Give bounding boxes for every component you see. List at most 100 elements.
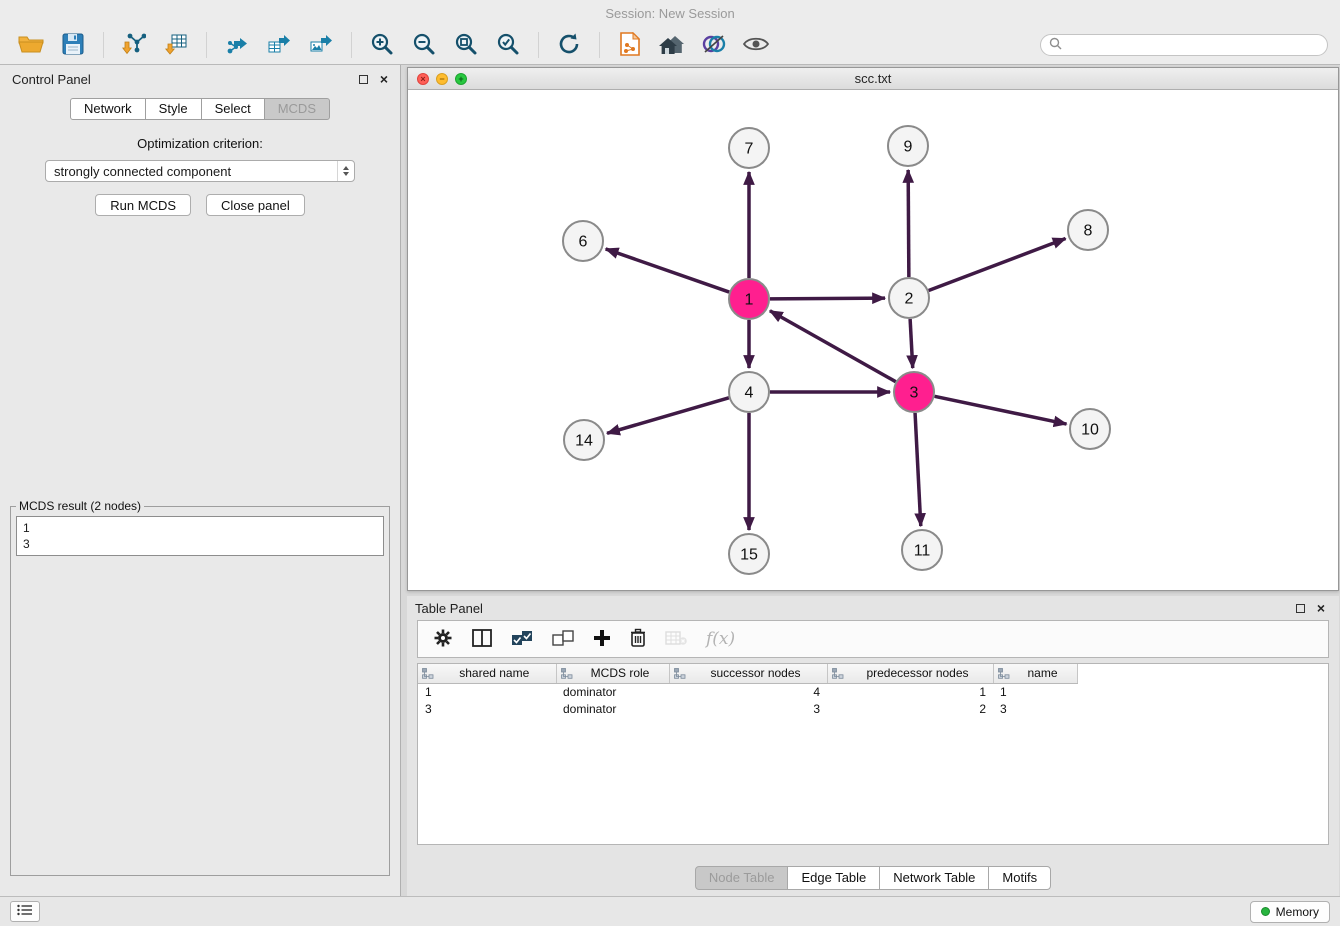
search-field[interactable]: [1040, 34, 1328, 56]
svg-text:3: 3: [910, 385, 919, 402]
export-table-button[interactable]: [260, 29, 298, 61]
delete-column-button[interactable]: [630, 623, 646, 655]
close-panel-icon[interactable]: ×: [380, 75, 388, 84]
column-header-MCDS-role[interactable]: MCDS role: [556, 664, 669, 683]
graph-edge-4-14[interactable]: [607, 398, 729, 433]
mcds-result-title: MCDS result (2 nodes): [16, 499, 144, 513]
graph-edge-2-8[interactable]: [929, 239, 1066, 291]
plus-icon: [593, 629, 611, 650]
tab-motifs[interactable]: Motifs: [988, 866, 1051, 890]
float-panel-icon[interactable]: [1296, 604, 1305, 613]
maximize-window-icon[interactable]: +: [455, 73, 467, 85]
open-folder-icon: [18, 33, 44, 58]
mcds-result-text[interactable]: 1 3: [16, 516, 384, 556]
refresh-view-button[interactable]: [550, 29, 588, 61]
control-panel-tabs: NetworkStyleSelectMCDS: [0, 98, 400, 120]
graph-node-9[interactable]: 9: [888, 126, 928, 166]
deselect-all-button[interactable]: [552, 623, 574, 655]
memory-button[interactable]: Memory: [1250, 901, 1330, 923]
import-network-icon: [122, 32, 146, 59]
table-cell[interactable]: 3: [418, 700, 556, 717]
select-all-button[interactable]: [511, 623, 533, 655]
panel-menu-button[interactable]: [10, 901, 40, 922]
import-table-button[interactable]: [157, 29, 195, 61]
graph-node-4[interactable]: 4: [729, 372, 769, 412]
zoom-in-button[interactable]: [363, 29, 401, 61]
show-columns-button[interactable]: [472, 623, 492, 655]
table-cell[interactable]: 2: [827, 700, 993, 717]
tab-network-table[interactable]: Network Table: [879, 866, 989, 890]
table-cell[interactable]: 3: [669, 700, 827, 717]
home-button[interactable]: [653, 29, 691, 61]
open-session-button[interactable]: [12, 29, 50, 61]
graph-node-2[interactable]: 2: [889, 278, 929, 318]
import-network-button[interactable]: [115, 29, 153, 61]
tab-node-table[interactable]: Node Table: [695, 866, 789, 890]
add-column-button[interactable]: [593, 623, 611, 655]
graph-edge-3-1[interactable]: [770, 311, 896, 382]
table-cell[interactable]: dominator: [556, 683, 669, 700]
search-input[interactable]: [1067, 38, 1319, 52]
optimization-criterion-value: strongly connected component: [54, 164, 231, 179]
network-window: × − + scc.txt 7 9 6 8 1 2 4 3 14 10 15 11: [407, 67, 1339, 591]
column-header-predecessor-nodes[interactable]: predecessor nodes: [827, 664, 993, 683]
run-mcds-button[interactable]: Run MCDS: [95, 194, 191, 216]
graph-node-7[interactable]: 7: [729, 128, 769, 168]
table-cell[interactable]: 4: [669, 683, 827, 700]
minimize-window-icon[interactable]: −: [436, 73, 448, 85]
export-image-button[interactable]: [302, 29, 340, 61]
float-panel-icon[interactable]: [359, 75, 368, 84]
show-hide-button[interactable]: [737, 29, 775, 61]
graph-edge-3-11[interactable]: [915, 413, 921, 526]
table-cell[interactable]: 1: [418, 683, 556, 700]
annotations-button[interactable]: [695, 29, 733, 61]
graph-edge-3-10[interactable]: [935, 396, 1067, 424]
graph-node-11[interactable]: 11: [902, 530, 942, 570]
graph-node-6[interactable]: 6: [563, 221, 603, 261]
graph-edge-1-2[interactable]: [770, 298, 885, 299]
mcds-result-group: MCDS result (2 nodes) 1 3: [10, 499, 390, 876]
network-document-button[interactable]: [611, 29, 649, 61]
save-session-button[interactable]: [54, 29, 92, 61]
graph-node-8[interactable]: 8: [1068, 210, 1108, 250]
table-cell[interactable]: 3: [993, 700, 1077, 717]
table-cell[interactable]: 1: [827, 683, 993, 700]
table-cell[interactable]: dominator: [556, 700, 669, 717]
table-row[interactable]: 3dominator323: [418, 700, 1328, 717]
tab-network[interactable]: Network: [70, 98, 146, 120]
graph-edge-2-9[interactable]: [908, 170, 909, 277]
graph-node-1[interactable]: 1: [729, 279, 769, 319]
zoom-fit-button[interactable]: [447, 29, 485, 61]
graph-node-14[interactable]: 14: [564, 420, 604, 460]
import-table-icon: [164, 32, 188, 59]
table-cell[interactable]: 1: [993, 683, 1077, 700]
zoom-selected-button[interactable]: [489, 29, 527, 61]
svg-text:10: 10: [1081, 422, 1099, 439]
status-bar: Memory: [0, 896, 1340, 926]
tab-select[interactable]: Select: [201, 98, 265, 120]
table-settings-button[interactable]: [433, 623, 453, 655]
tab-style[interactable]: Style: [145, 98, 202, 120]
column-header-name[interactable]: name: [993, 664, 1077, 683]
close-window-icon[interactable]: ×: [417, 73, 429, 85]
network-canvas[interactable]: 7 9 6 8 1 2 4 3 14 10 15 11: [408, 90, 1338, 590]
optimization-criterion-select[interactable]: strongly connected component: [45, 160, 355, 182]
close-panel-icon[interactable]: ×: [1317, 604, 1325, 613]
column-header-successor-nodes[interactable]: successor nodes: [669, 664, 827, 683]
svg-text:6: 6: [579, 234, 588, 251]
graph-edge-1-6[interactable]: [606, 249, 730, 292]
tab-mcds[interactable]: MCDS: [264, 98, 330, 120]
network-window-titlebar[interactable]: × − + scc.txt: [408, 68, 1338, 90]
tab-edge-table[interactable]: Edge Table: [787, 866, 880, 890]
memory-label: Memory: [1276, 905, 1319, 919]
column-header-shared-name[interactable]: shared name: [418, 664, 556, 683]
graph-node-15[interactable]: 15: [729, 534, 769, 574]
zoom-out-button[interactable]: [405, 29, 443, 61]
export-network-button[interactable]: [218, 29, 256, 61]
graph-node-10[interactable]: 10: [1070, 409, 1110, 449]
toolbar-separator: [103, 32, 104, 58]
graph-node-3[interactable]: 3: [894, 372, 934, 412]
table-row[interactable]: 1dominator411: [418, 683, 1328, 700]
graph-edge-2-3[interactable]: [910, 319, 913, 368]
close-panel-button[interactable]: Close panel: [206, 194, 305, 216]
